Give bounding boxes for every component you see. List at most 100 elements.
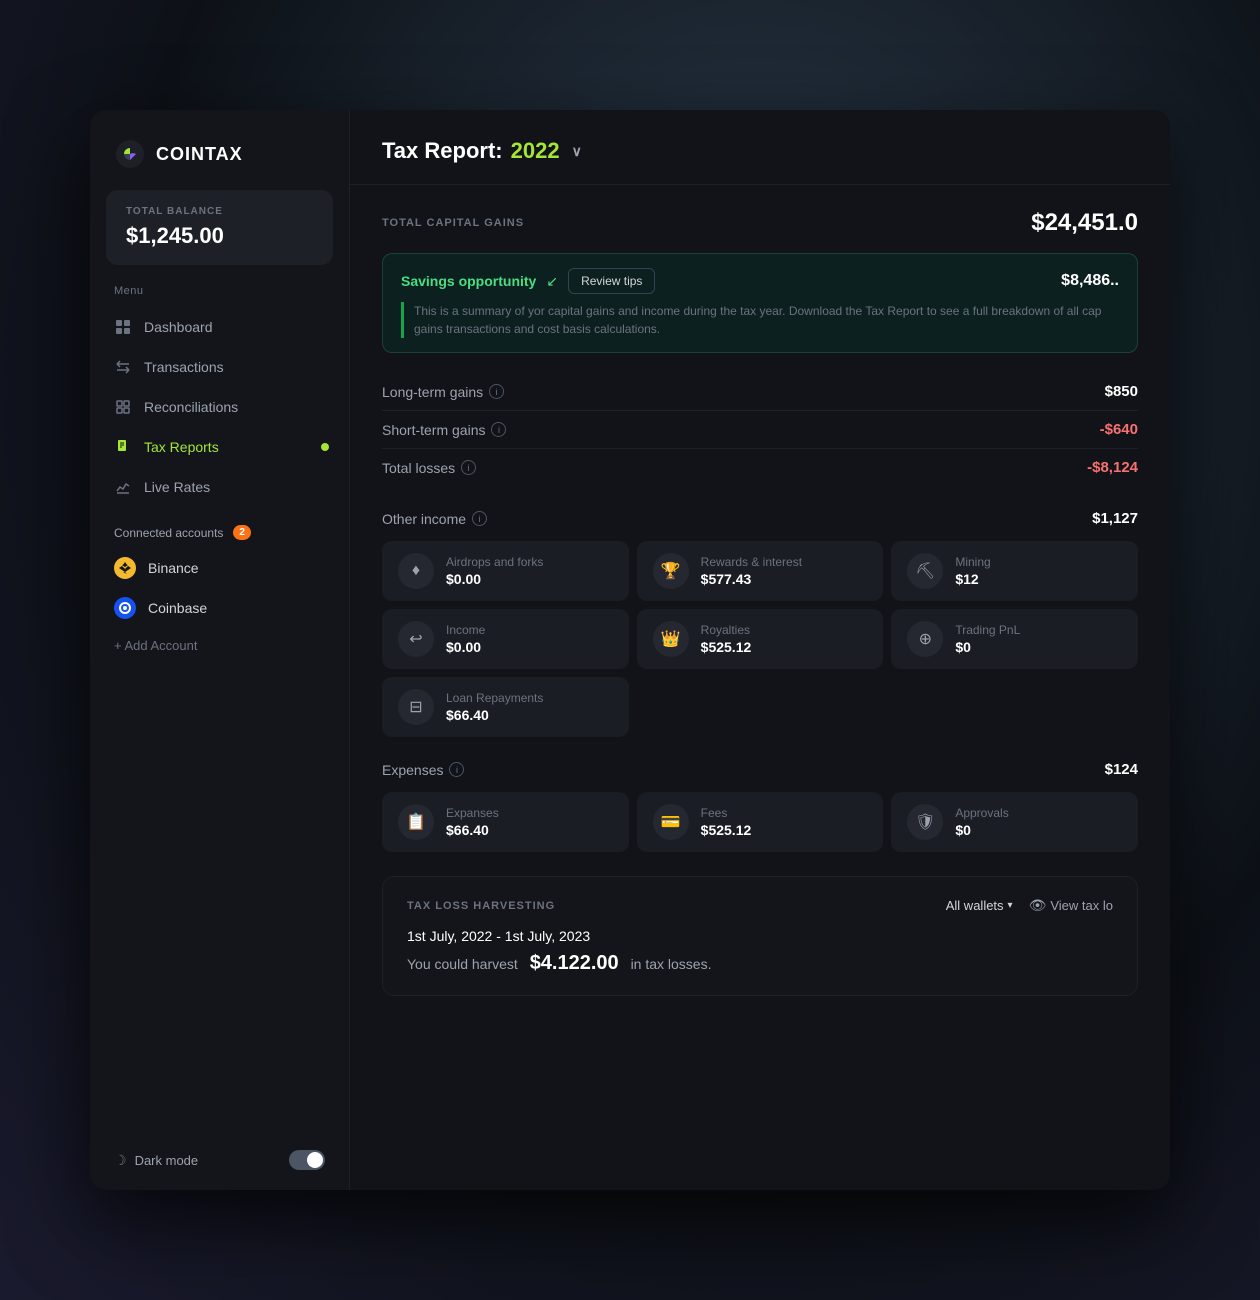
balance-card: TOTAL BALANCE $1,245.00 (106, 190, 333, 265)
harvest-prefix: You could harvest (407, 956, 518, 972)
savings-amount: $8,486.. (1061, 272, 1119, 290)
connected-accounts-section: Connected accounts 2 (90, 507, 349, 548)
coinbase-icon (114, 597, 136, 619)
all-wallets-label: All wallets (946, 898, 1004, 913)
loan-label: Loan Repayments (446, 691, 613, 705)
mining-icon: ⛏ (907, 553, 943, 589)
sidebar-item-label-tax-reports: Tax Reports (144, 439, 219, 455)
savings-description: This is a summary of yor capital gains a… (401, 302, 1119, 338)
account-coinbase[interactable]: Coinbase (90, 588, 349, 628)
dark-mode-toggle[interactable] (289, 1150, 325, 1170)
expenses-grid: 📋 Expanses $66.40 💳 Fees $525.12 (382, 792, 1138, 852)
expense-card-fees: 💳 Fees $525.12 (637, 792, 884, 852)
total-losses-value: -$8,124 (1087, 459, 1138, 476)
mining-label: Mining (955, 555, 1122, 569)
short-term-gains-label: Short-term gains (382, 422, 485, 438)
income-icon: ↩ (398, 621, 434, 657)
fees-value: $525.12 (701, 822, 868, 838)
expanses-label: Expanses (446, 806, 613, 820)
binance-label: Binance (148, 560, 199, 576)
view-tax-link[interactable]: 👁 View tax lo (1029, 897, 1113, 914)
income-card-income: ↩ Income $0.00 (382, 609, 629, 669)
review-tips-button[interactable]: Review tips (568, 268, 655, 294)
airdrops-label: Airdrops and forks (446, 555, 613, 569)
harvest-suffix: in tax losses. (631, 956, 712, 972)
trading-icon: ⊕ (907, 621, 943, 657)
sidebar-item-reconciliations[interactable]: Reconciliations (90, 387, 349, 427)
page-title: Tax Report: 2022 ∨ (382, 138, 582, 164)
rewards-value: $577.43 (701, 571, 868, 587)
income-card-mining: ⛏ Mining $12 (891, 541, 1138, 601)
year-dropdown-icon[interactable]: ∨ (572, 143, 582, 160)
tax-loss-harvesting-section: TAX LOSS HARVESTING All wallets ▾ 👁 View… (382, 876, 1138, 996)
other-income-grid: ♦ Airdrops and forks $0.00 🏆 Rewards & i… (382, 541, 1138, 737)
sidebar-logo: COINTAX (90, 110, 349, 190)
total-losses-row: Total losses i -$8,124 (382, 449, 1138, 486)
add-account-label: + Add Account (114, 638, 197, 653)
tlh-date-range: 1st July, 2022 - 1st July, 2023 (407, 928, 1113, 944)
logo-icon (114, 138, 146, 170)
coinbase-label: Coinbase (148, 600, 207, 616)
income-card-loan: ⊟ Loan Repayments $66.40 (382, 677, 629, 737)
chart-icon (114, 478, 132, 496)
reconcile-icon (114, 398, 132, 416)
approvals-label: Approvals (955, 806, 1122, 820)
sidebar-item-live-rates[interactable]: Live Rates (90, 467, 349, 507)
balance-value: $1,245.00 (126, 223, 313, 249)
expenses-total: $124 (1105, 761, 1138, 778)
expenses-section: Expenses i $124 📋 Expanses $66.40 💳 (382, 761, 1138, 852)
savings-banner: Savings opportunity ↙ Review tips $8,486… (382, 253, 1138, 353)
app-window: COINTAX TOTAL BALANCE $1,245.00 Menu Das… (90, 110, 1170, 1190)
long-term-gains-info-icon[interactable]: i (489, 384, 504, 399)
sidebar-item-dashboard[interactable]: Dashboard (90, 307, 349, 347)
sidebar-item-label-reconciliations: Reconciliations (144, 399, 238, 415)
other-income-info-icon[interactable]: i (472, 511, 487, 526)
sidebar-item-transactions[interactable]: Transactions (90, 347, 349, 387)
short-term-gains-value: -$640 (1100, 421, 1138, 438)
sidebar-item-tax-reports[interactable]: Tax Reports (90, 427, 349, 467)
expenses-label: Expenses (382, 762, 443, 778)
harvest-amount: $4.122.00 (530, 952, 619, 974)
connected-badge: 2 (233, 525, 251, 540)
grid-icon (114, 318, 132, 336)
airdrops-value: $0.00 (446, 571, 613, 587)
add-account-btn[interactable]: + Add Account (90, 628, 349, 663)
capital-gains-title: TOTAL CAPITAL GAINS (382, 217, 524, 229)
capital-gains-total: $24,451.0 (1031, 209, 1138, 237)
savings-label: Savings opportunity (401, 273, 536, 289)
account-binance[interactable]: Binance (90, 548, 349, 588)
other-income-section: Other income i $1,127 ♦ Airdrops and for… (382, 510, 1138, 737)
all-wallets-button[interactable]: All wallets ▾ (946, 898, 1013, 913)
income-card-royalties: 👑 Royalties $525.12 (637, 609, 884, 669)
income-label: Income (446, 623, 613, 637)
short-term-gains-info-icon[interactable]: i (491, 422, 506, 437)
moon-icon: ☽ (114, 1152, 127, 1169)
connected-label: Connected accounts (114, 526, 223, 540)
royalties-icon: 👑 (653, 621, 689, 657)
trading-value: $0 (955, 639, 1122, 655)
dark-mode-label: Dark mode (135, 1153, 199, 1168)
main-content: Tax Report: 2022 ∨ TOTAL CAPITAL GAINS $… (350, 110, 1170, 1190)
year-badge[interactable]: 2022 (511, 138, 560, 164)
airdrops-icon: ♦ (398, 553, 434, 589)
tlh-title: TAX LOSS HARVESTING (407, 900, 555, 912)
capital-gains-header: TOTAL CAPITAL GAINS $24,451.0 (382, 209, 1138, 237)
rewards-icon: 🏆 (653, 553, 689, 589)
expanses-value: $66.40 (446, 822, 613, 838)
sidebar-item-label-dashboard: Dashboard (144, 319, 213, 335)
expanses-icon: 📋 (398, 804, 434, 840)
long-term-gains-label: Long-term gains (382, 384, 483, 400)
expenses-info-icon[interactable]: i (449, 762, 464, 777)
income-card-airdrops: ♦ Airdrops and forks $0.00 (382, 541, 629, 601)
all-wallets-chevron-icon: ▾ (1008, 900, 1013, 911)
view-tax-label: View tax lo (1050, 898, 1113, 913)
approvals-value: $0 (955, 822, 1122, 838)
logo-text: COINTAX (156, 144, 243, 165)
loan-icon: ⊟ (398, 689, 434, 725)
trading-label: Trading PnL (955, 623, 1122, 637)
total-losses-info-icon[interactable]: i (461, 460, 476, 475)
income-value: $0.00 (446, 639, 613, 655)
royalties-value: $525.12 (701, 639, 868, 655)
other-income-label: Other income (382, 511, 466, 527)
approvals-icon: 🛡 (907, 804, 943, 840)
